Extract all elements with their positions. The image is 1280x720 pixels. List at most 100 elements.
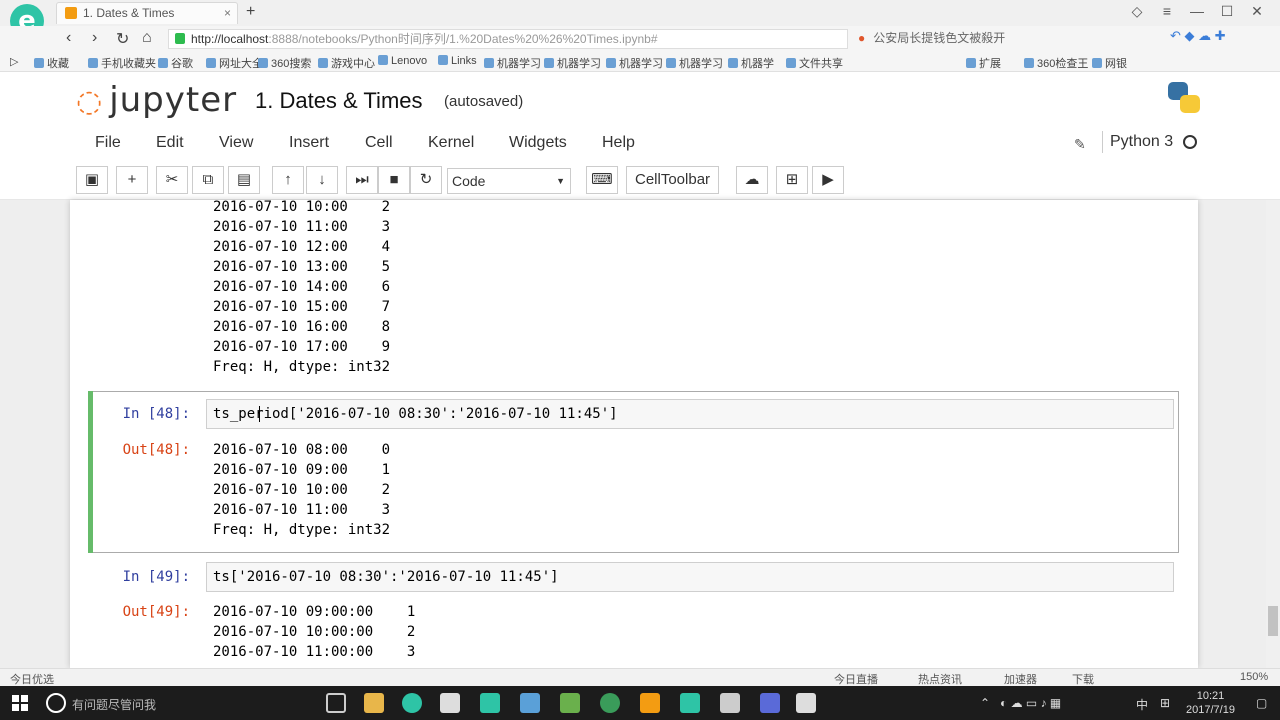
- move-up-button[interactable]: ↑: [272, 166, 304, 194]
- bookmark-item[interactable]: 游戏中心: [318, 55, 375, 71]
- minimize-icon[interactable]: —: [1182, 3, 1212, 19]
- bookmark-item[interactable]: 手机收藏夹: [88, 55, 156, 71]
- tray-icons[interactable]: ◐ ☁ ▭ ♪ ▦: [1000, 696, 1061, 710]
- bookmark-item[interactable]: 机器学: [728, 55, 774, 71]
- back-icon[interactable]: ‹: [66, 29, 71, 47]
- app-icon[interactable]: [480, 693, 500, 713]
- output-line: 2016-07-10 14:00 6: [213, 279, 391, 295]
- gift-button[interactable]: ⊞: [776, 166, 808, 194]
- menu-insert[interactable]: Insert: [289, 134, 329, 152]
- app-icon[interactable]: [760, 693, 780, 713]
- vertical-scrollbar[interactable]: [1266, 200, 1280, 668]
- menu-file[interactable]: File: [95, 134, 121, 152]
- extension-icon[interactable]: ◆: [1185, 28, 1195, 43]
- code-text-49[interactable]: ts['2016-07-10 08:30':'2016-07-10 11:45'…: [213, 567, 559, 587]
- address-bar[interactable]: http://localhost:8888/notebooks/Python时间…: [168, 29, 848, 49]
- present-button[interactable]: ▶: [812, 166, 844, 194]
- windows-start-icon[interactable]: [12, 695, 28, 711]
- menu-help[interactable]: Help: [602, 134, 635, 152]
- bookmark-item[interactable]: 机器学习: [666, 55, 723, 71]
- undo-icon[interactable]: ↶: [1170, 28, 1181, 43]
- taskbar-search[interactable]: 有问题尽管问我: [72, 696, 156, 713]
- menu-icon[interactable]: ≡: [1152, 3, 1182, 19]
- bookmark-item[interactable]: 机器学习: [606, 55, 663, 71]
- forward-icon[interactable]: ›: [92, 29, 97, 47]
- browser-search-box[interactable]: ● 公安局长提钱色文被殺开: [858, 29, 1128, 49]
- ime-indicator[interactable]: 中: [1136, 696, 1148, 713]
- bookmark-item[interactable]: 谷歌: [158, 55, 193, 71]
- browser-taskbar-icon[interactable]: [402, 693, 422, 713]
- bookmark-item[interactable]: 收藏: [34, 55, 69, 71]
- bookmark-item[interactable]: 文件共享: [786, 55, 843, 71]
- app-icon[interactable]: [560, 693, 580, 713]
- bookmark-item[interactable]: Links: [438, 55, 477, 67]
- keyboard-shortcuts-button[interactable]: ⌨: [586, 166, 618, 194]
- close-window-icon[interactable]: ✕: [1242, 3, 1272, 20]
- restore-icon[interactable]: ◇: [1122, 3, 1152, 20]
- copy-button[interactable]: ⧉: [192, 166, 224, 194]
- home-icon[interactable]: ⌂: [142, 29, 152, 47]
- task-view-icon[interactable]: [326, 693, 346, 713]
- bookmark-item[interactable]: 360检查王: [1024, 55, 1088, 71]
- scrollbar-thumb[interactable]: [1268, 606, 1278, 636]
- insert-cell-button[interactable]: +: [116, 166, 148, 194]
- menu-kernel[interactable]: Kernel: [428, 134, 474, 152]
- celltoolbar-button[interactable]: CellToolbar: [626, 166, 720, 194]
- browser-tab[interactable]: 1. Dates & Times ×: [56, 2, 238, 24]
- bookmark-item[interactable]: 机器学习: [544, 55, 601, 71]
- new-tab-button[interactable]: +: [246, 3, 255, 21]
- move-down-button[interactable]: ↓: [306, 166, 338, 194]
- bookmark-item[interactable]: 360搜索: [258, 55, 311, 71]
- run-cell-button[interactable]: ⏭: [346, 166, 378, 194]
- app-icon[interactable]: [640, 693, 660, 713]
- zoom-level[interactable]: 150%: [1240, 671, 1268, 683]
- cloud-upload-button[interactable]: ☁: [736, 166, 768, 194]
- tray-chevron-icon[interactable]: ⌃: [980, 696, 990, 710]
- app-icon[interactable]: [796, 693, 816, 713]
- tab-close-icon[interactable]: ×: [224, 3, 231, 24]
- status-left[interactable]: 今日优选: [10, 671, 54, 687]
- bookmark-item[interactable]: Lenovo: [378, 55, 427, 67]
- url-path: :8888/notebooks/Python时间序列/1.%20Dates%20…: [268, 32, 658, 46]
- bookmarks-toggle-icon[interactable]: ▷: [10, 55, 18, 68]
- file-explorer-icon[interactable]: [364, 693, 384, 713]
- status-item[interactable]: 加速器: [1004, 671, 1037, 687]
- save-button[interactable]: ▣: [76, 166, 108, 194]
- cell-type-select[interactable]: Code ▼: [447, 168, 571, 194]
- status-item[interactable]: 下载: [1072, 671, 1094, 687]
- menu-cell[interactable]: Cell: [365, 134, 393, 152]
- cloud-icon[interactable]: ☁: [1198, 28, 1211, 43]
- cortana-icon[interactable]: [46, 693, 66, 713]
- status-item[interactable]: 热点资讯: [918, 671, 962, 687]
- bookmark-item[interactable]: 扩展: [966, 55, 1001, 71]
- maximize-icon[interactable]: ☐: [1212, 3, 1242, 20]
- keyboard-icon[interactable]: ⊞: [1160, 696, 1170, 710]
- notebook-title[interactable]: 1. Dates & Times: [255, 88, 423, 114]
- store-icon[interactable]: [440, 693, 460, 713]
- app-icon[interactable]: [680, 693, 700, 713]
- app-icon[interactable]: [720, 693, 740, 713]
- restart-button[interactable]: ↻: [410, 166, 442, 194]
- notebook-container[interactable]: 2016-07-10 10:00 2 2016-07-10 11:00 3 20…: [70, 200, 1198, 668]
- menu-edit[interactable]: Edit: [156, 134, 184, 152]
- notification-icon[interactable]: ▢: [1256, 696, 1267, 710]
- jupyter-logo[interactable]: ◌ jupyter: [76, 80, 237, 120]
- reload-icon[interactable]: ↻: [116, 29, 129, 49]
- cut-button[interactable]: ✂: [156, 166, 188, 194]
- search-engine-icon: ●: [858, 31, 866, 45]
- browser-statusbar: 今日优选 今日直播 热点资讯 加速器 下载 150%: [0, 668, 1280, 686]
- app-icon[interactable]: [520, 693, 540, 713]
- bookmark-item[interactable]: 机器学习: [484, 55, 541, 71]
- browser-tabbar: e 1. Dates & Times × + ◇ ≡ — ☐ ✕: [0, 0, 1280, 38]
- bookmark-item[interactable]: 网银: [1092, 55, 1127, 71]
- interrupt-button[interactable]: ■: [378, 166, 410, 194]
- paste-button[interactable]: ▤: [228, 166, 260, 194]
- system-clock[interactable]: 10:21 2017/7/19: [1186, 689, 1235, 717]
- bookmark-item[interactable]: 网址大全: [206, 55, 263, 71]
- menu-widgets[interactable]: Widgets: [509, 134, 567, 152]
- tools-icon[interactable]: ✚: [1215, 28, 1226, 43]
- code-text-48[interactable]: ts_period['2016-07-10 08:30':'2016-07-10…: [213, 404, 618, 424]
- menu-view[interactable]: View: [219, 134, 253, 152]
- app-icon[interactable]: [600, 693, 620, 713]
- status-item[interactable]: 今日直播: [834, 671, 878, 687]
